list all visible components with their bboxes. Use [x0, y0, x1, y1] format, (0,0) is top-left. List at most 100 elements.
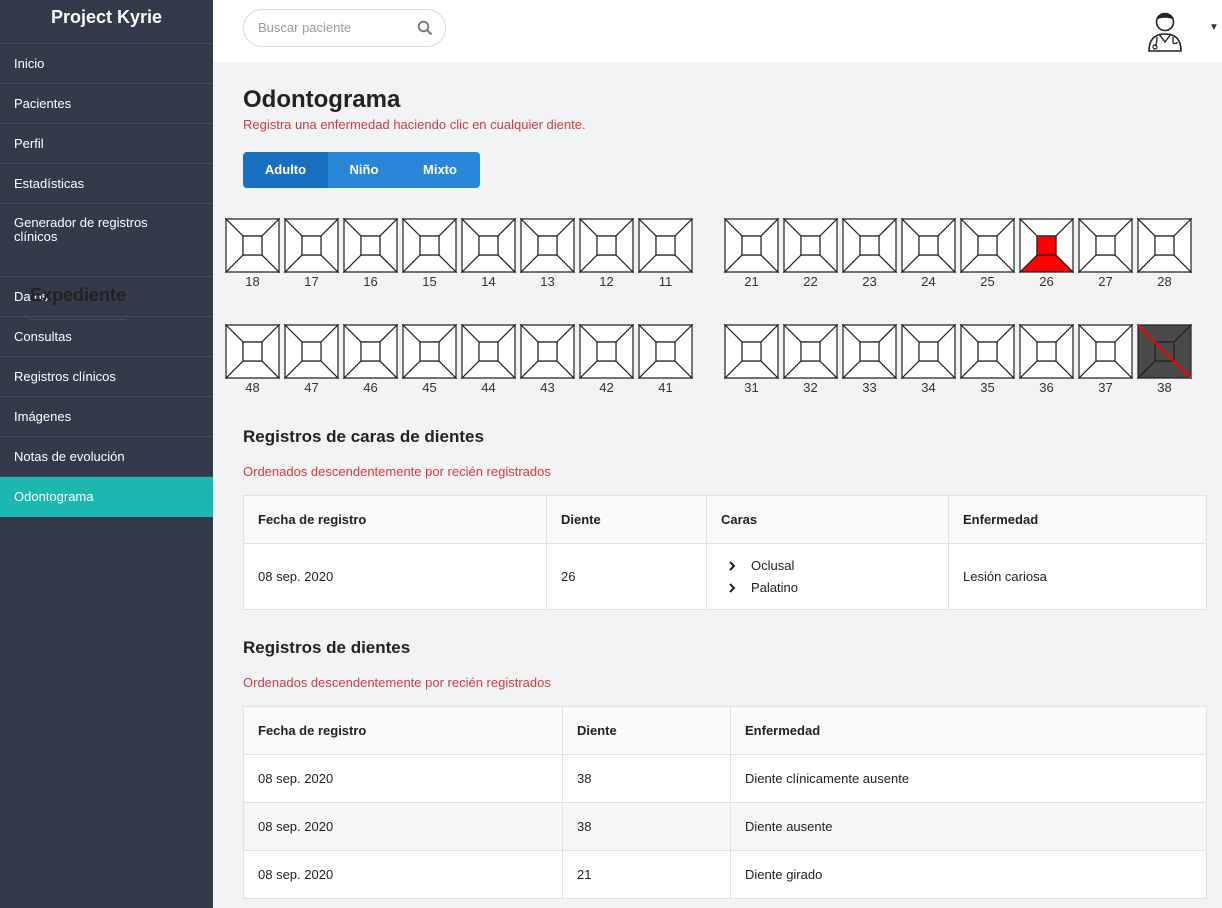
- tooth-face-center: [1036, 341, 1057, 362]
- tooth-24[interactable]: 24: [901, 218, 956, 290]
- caras-list: Oclusal Palatino: [721, 555, 934, 599]
- sidebar-item-registros-clinicos[interactable]: Registros clínicos: [0, 357, 213, 397]
- tooth-face-center: [977, 235, 998, 256]
- tooth-47[interactable]: 47: [284, 324, 339, 396]
- tooth-34[interactable]: 34: [901, 324, 956, 396]
- tab-nino[interactable]: Niño: [328, 152, 400, 188]
- col-enfermedad: Enfermedad: [948, 495, 1207, 544]
- sidebar-item-imagenes[interactable]: Imágenes: [0, 397, 213, 437]
- tooth-diagram-icon: [724, 218, 779, 273]
- cell-diente: 21: [562, 850, 731, 899]
- list-item: Palatino: [721, 577, 934, 599]
- tooth-diagram-icon: [402, 218, 457, 273]
- tooth-44[interactable]: 44: [461, 324, 516, 396]
- tooth-diagram-icon: [461, 218, 516, 273]
- cara-label: Oclusal: [751, 558, 795, 573]
- sidebar-item-generador[interactable]: Generador de registros clínicos: [0, 204, 213, 277]
- tooth-27[interactable]: 27: [1078, 218, 1133, 290]
- cell-enfermedad: Lesión cariosa: [948, 543, 1207, 610]
- sidebar-item-perfil[interactable]: Perfil: [0, 124, 213, 164]
- tooth-37[interactable]: 37: [1078, 324, 1133, 396]
- tooth-15[interactable]: 15: [402, 218, 457, 290]
- tooth-41[interactable]: 41: [638, 324, 693, 396]
- faces-table: Fecha de registro Diente Caras Enfermeda…: [243, 495, 1207, 610]
- tooth-diagram-icon: [783, 324, 838, 379]
- tooth-number: 17: [304, 274, 319, 289]
- doctor-avatar-icon[interactable]: [1143, 6, 1187, 52]
- list-item: Oclusal: [721, 555, 934, 577]
- tooth-17[interactable]: 17: [284, 218, 339, 290]
- tooth-42[interactable]: 42: [579, 324, 634, 396]
- cell-fecha: 08 sep. 2020: [243, 850, 563, 899]
- tooth-36[interactable]: 36: [1019, 324, 1074, 396]
- tooth-16[interactable]: 16: [343, 218, 398, 290]
- caret-down-icon[interactable]: ▼: [1209, 22, 1219, 33]
- tooth-face-center: [800, 235, 821, 256]
- tooth-48[interactable]: 48: [225, 324, 280, 396]
- tooth-33[interactable]: 33: [842, 324, 897, 396]
- tooth-14[interactable]: 14: [461, 218, 516, 290]
- tooth-diagram-icon: [1019, 218, 1074, 273]
- tooth-number: 28: [1157, 274, 1172, 289]
- tooth-26[interactable]: 26: [1019, 218, 1074, 290]
- tooth-diagram-icon: [1078, 324, 1133, 379]
- tooth-43[interactable]: 43: [520, 324, 575, 396]
- tooth-number: 25: [980, 274, 995, 289]
- tooth-diagram-icon: [1078, 218, 1133, 273]
- tooth-38[interactable]: 38: [1137, 324, 1192, 396]
- tooth-35[interactable]: 35: [960, 324, 1015, 396]
- tab-mixto[interactable]: Mixto: [400, 152, 480, 188]
- tooth-25[interactable]: 25: [960, 218, 1015, 290]
- tooth-number: 24: [921, 274, 936, 289]
- tooth-face-center: [537, 341, 558, 362]
- sidebar: Project Kyrie Inicio Pacientes Perfil Es…: [0, 0, 213, 908]
- sidebar-item-estadisticas[interactable]: Estadísticas: [0, 164, 213, 204]
- col-enfermedad: Enfermedad: [730, 706, 1207, 755]
- tooth-number: 48: [245, 380, 260, 395]
- tab-adulto[interactable]: Adulto: [243, 152, 328, 188]
- tooth-13[interactable]: 13: [520, 218, 575, 290]
- tooth-number: 22: [803, 274, 818, 289]
- search-icon[interactable]: [417, 20, 433, 36]
- tooth-number: 15: [422, 274, 437, 289]
- tooth-21[interactable]: 21: [724, 218, 779, 290]
- tooth-number: 45: [422, 380, 437, 395]
- sidebar-item-pacientes[interactable]: Pacientes: [0, 84, 213, 124]
- cell-diente: 26: [546, 543, 707, 610]
- tooth-number: 38: [1157, 380, 1172, 395]
- tooth-22[interactable]: 22: [783, 218, 838, 290]
- search-box: [243, 9, 446, 47]
- tooth-face-center: [596, 341, 617, 362]
- tooth-11[interactable]: 11: [638, 218, 693, 290]
- search-input[interactable]: [258, 20, 408, 35]
- tooth-face-center: [918, 341, 939, 362]
- tooth-32[interactable]: 32: [783, 324, 838, 396]
- tooth-diagram-icon: [960, 324, 1015, 379]
- tooth-46[interactable]: 46: [343, 324, 398, 396]
- cell-enfermedad: Diente ausente: [730, 802, 1207, 851]
- tooth-18[interactable]: 18: [225, 218, 280, 290]
- tooth-diagram-icon: [901, 218, 956, 273]
- sidebar-item-odontograma[interactable]: Odontograma: [0, 477, 213, 517]
- tooth-23[interactable]: 23: [842, 218, 897, 290]
- tooth-diagram-icon: [520, 324, 575, 379]
- table-row: 08 sep. 2020 38 Diente clínicamente ause…: [243, 754, 1207, 803]
- tooth-number: 34: [921, 380, 936, 395]
- tooth-face-center: [800, 341, 821, 362]
- tooth-face-center: [741, 235, 762, 256]
- tooth-28[interactable]: 28: [1137, 218, 1192, 290]
- tooth-number: 23: [862, 274, 877, 289]
- table-row: 08 sep. 2020 26 Oclusal Palatino Lesión …: [243, 543, 1207, 610]
- tooth-face-center: [655, 341, 676, 362]
- tooth-45[interactable]: 45: [402, 324, 457, 396]
- sidebar-item-inicio[interactable]: Inicio: [0, 44, 213, 84]
- cell-fecha: 08 sep. 2020: [243, 754, 563, 803]
- sidebar-item-consultas[interactable]: Consultas: [0, 317, 213, 357]
- sidebar-item-notas-evolucion[interactable]: Notas de evolución: [0, 437, 213, 477]
- tooth-number: 46: [363, 380, 378, 395]
- tooth-31[interactable]: 31: [724, 324, 779, 396]
- sidebar-section-expediente: Expediente: [30, 277, 127, 320]
- tooth-12[interactable]: 12: [579, 218, 634, 290]
- tooth-face-center: [537, 235, 558, 256]
- tooth-diagram-icon: [901, 324, 956, 379]
